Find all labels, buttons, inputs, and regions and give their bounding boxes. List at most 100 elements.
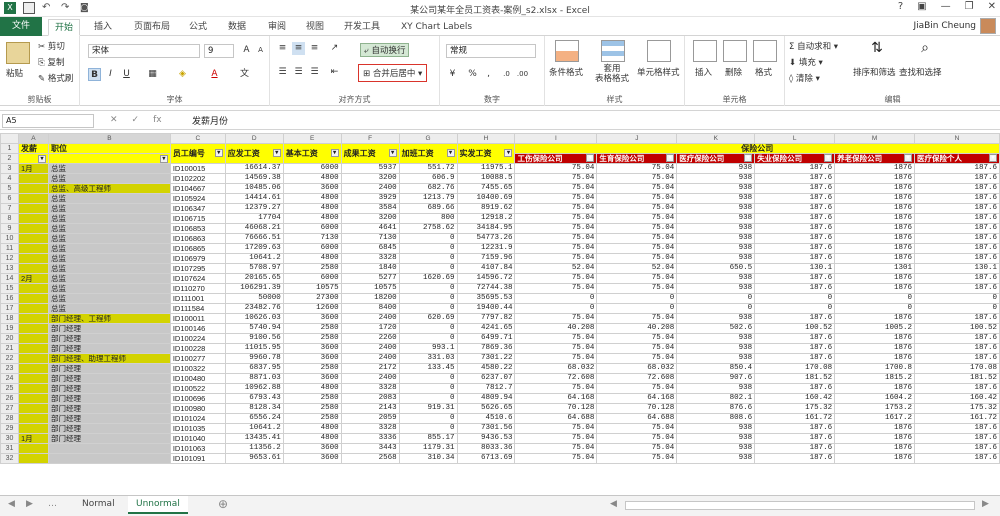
number-cell[interactable]: 75.04 — [596, 243, 678, 254]
number-cell[interactable]: 52.04 — [514, 263, 598, 274]
number-cell[interactable]: 75.04 — [514, 163, 598, 174]
payday-cell[interactable] — [17, 353, 49, 364]
position-cell[interactable]: 部门经理 — [47, 433, 171, 444]
row-header[interactable]: 7 — [0, 203, 19, 214]
payday-cell[interactable] — [17, 333, 49, 344]
position-cell[interactable]: 总监 — [47, 293, 171, 304]
number-cell[interactable]: 133.45 — [398, 363, 458, 374]
row-header[interactable]: 9 — [0, 223, 19, 234]
number-cell[interactable]: 170.08 — [754, 363, 836, 374]
employee-id-cell[interactable]: ID106853 — [169, 223, 226, 234]
orientation-icon[interactable]: ↗ — [328, 42, 341, 55]
number-cell[interactable]: 23482.76 — [224, 303, 284, 314]
number-cell[interactable]: 17704 — [224, 213, 284, 224]
currency-icon[interactable]: ¥ — [446, 68, 459, 81]
number-cell[interactable]: 187.6 — [914, 423, 1000, 434]
number-cell[interactable]: 3600 — [282, 373, 342, 384]
number-cell[interactable]: 161.72 — [914, 413, 1000, 424]
position-cell[interactable]: 部门经理 — [47, 363, 171, 374]
number-cell[interactable]: 1815.2 — [834, 373, 915, 384]
number-cell[interactable]: 75.04 — [596, 353, 678, 364]
number-cell[interactable]: 938 — [676, 353, 756, 364]
sort-filter-button[interactable]: 排序和筛选 — [853, 66, 896, 78]
find-select-button[interactable]: 查找和选择 — [899, 66, 942, 78]
number-cell[interactable]: 2260 — [340, 333, 400, 344]
number-cell[interactable]: 12918.2 — [456, 213, 516, 224]
number-cell[interactable]: 1876 — [834, 333, 915, 344]
employee-id-cell[interactable]: ID101063 — [169, 443, 226, 454]
number-cell[interactable]: 1876 — [834, 223, 915, 234]
number-cell[interactable]: 993.1 — [398, 343, 458, 354]
conditional-format-icon[interactable] — [555, 40, 579, 62]
number-cell[interactable]: 175.32 — [754, 403, 836, 414]
number-cell[interactable]: 187.6 — [914, 383, 1000, 394]
number-cell[interactable]: 75.04 — [596, 313, 678, 324]
number-cell[interactable]: 5740.94 — [224, 323, 284, 334]
payday-cell[interactable] — [17, 343, 49, 354]
number-cell[interactable]: 106291.39 — [224, 283, 284, 294]
number-cell[interactable]: 2172 — [340, 363, 400, 374]
number-cell[interactable]: 161.72 — [754, 413, 836, 424]
sheet-prev-icon[interactable]: ◀ — [8, 499, 15, 509]
number-cell[interactable]: 11356.2 — [224, 443, 284, 454]
number-cell[interactable]: 75.04 — [514, 433, 598, 444]
number-cell[interactable]: 0 — [398, 243, 458, 254]
row-header[interactable]: 16 — [0, 293, 19, 304]
number-cell[interactable]: 938 — [676, 453, 756, 464]
position-cell[interactable]: 总监 — [47, 233, 171, 244]
number-cell[interactable]: 1213.79 — [398, 193, 458, 204]
row-header[interactable]: 30 — [0, 433, 19, 444]
number-cell[interactable]: 10962.88 — [224, 383, 284, 394]
number-cell[interactable]: 75.04 — [596, 433, 678, 444]
number-cell[interactable]: 68.032 — [596, 363, 678, 374]
number-cell[interactable]: 938 — [676, 423, 756, 434]
number-cell[interactable]: 9436.53 — [456, 433, 516, 444]
number-cell[interactable]: 160.42 — [914, 393, 1000, 404]
sheet-tab-normal[interactable]: Normal — [74, 496, 123, 514]
add-sheet-icon[interactable]: ⊕ — [218, 497, 228, 511]
number-cell[interactable]: 938 — [676, 443, 756, 454]
employee-id-cell[interactable]: ID100696 — [169, 393, 226, 404]
number-cell[interactable]: 1617.2 — [834, 413, 915, 424]
employee-id-cell[interactable]: ID106347 — [169, 203, 226, 214]
payday-cell[interactable] — [17, 383, 49, 394]
number-cell[interactable]: 11015.95 — [224, 343, 284, 354]
tab-home[interactable]: 开始 — [48, 19, 81, 36]
percent-icon[interactable]: % — [466, 68, 479, 81]
employee-id-cell[interactable]: ID111584 — [169, 303, 226, 314]
tab-review[interactable]: 审阅 — [262, 19, 292, 36]
table-format-button[interactable]: 套用 表格格式 — [595, 64, 629, 84]
header-cell-net-pay[interactable]: 实发工资 ▾ — [456, 143, 516, 164]
position-cell[interactable]: 总监 — [47, 253, 171, 264]
number-cell[interactable]: 0 — [398, 263, 458, 274]
number-cell[interactable]: 72.608 — [514, 373, 598, 384]
number-cell[interactable]: 938 — [676, 253, 756, 264]
insert-cells-icon[interactable] — [693, 40, 717, 62]
tab-xy-chart-labels[interactable]: XY Chart Labels — [395, 19, 478, 36]
payday-cell[interactable] — [17, 303, 49, 314]
header-cell-overtime-pay[interactable]: 加班工资 ▾ — [398, 143, 458, 164]
employee-id-cell[interactable]: ID106715 — [169, 213, 226, 224]
number-cell[interactable]: 75.04 — [514, 233, 598, 244]
position-cell[interactable]: 部门经理 — [47, 333, 171, 344]
payday-cell[interactable]: 1月 — [17, 163, 49, 174]
number-cell[interactable]: 14596.72 — [456, 273, 516, 284]
employee-id-cell[interactable]: ID101035 — [169, 423, 226, 434]
header-cell-position[interactable]: 职位 — [47, 143, 171, 154]
number-cell[interactable]: 7812.7 — [456, 383, 516, 394]
filter-dropdown-icon[interactable]: ▾ — [586, 154, 595, 162]
row-header[interactable]: 10 — [0, 233, 19, 244]
payday-cell[interactable] — [17, 423, 49, 434]
number-cell[interactable]: 4241.65 — [456, 323, 516, 334]
format-painter-button[interactable]: ✎ 格式刷 — [38, 72, 73, 84]
row-header[interactable]: 31 — [0, 443, 19, 454]
number-cell[interactable]: 187.6 — [914, 243, 1000, 254]
merge-center-button[interactable]: ⊞ 合并后居中 ▾ — [358, 64, 428, 82]
number-cell[interactable]: 502.6 — [676, 323, 756, 334]
number-cell[interactable]: 0 — [398, 283, 458, 294]
number-cell[interactable]: 6556.24 — [224, 413, 284, 424]
number-cell[interactable]: 160.42 — [754, 393, 836, 404]
sheet-more-icon[interactable]: … — [48, 499, 57, 509]
number-cell[interactable]: 6000 — [282, 243, 342, 254]
number-cell[interactable]: 187.6 — [754, 283, 836, 294]
